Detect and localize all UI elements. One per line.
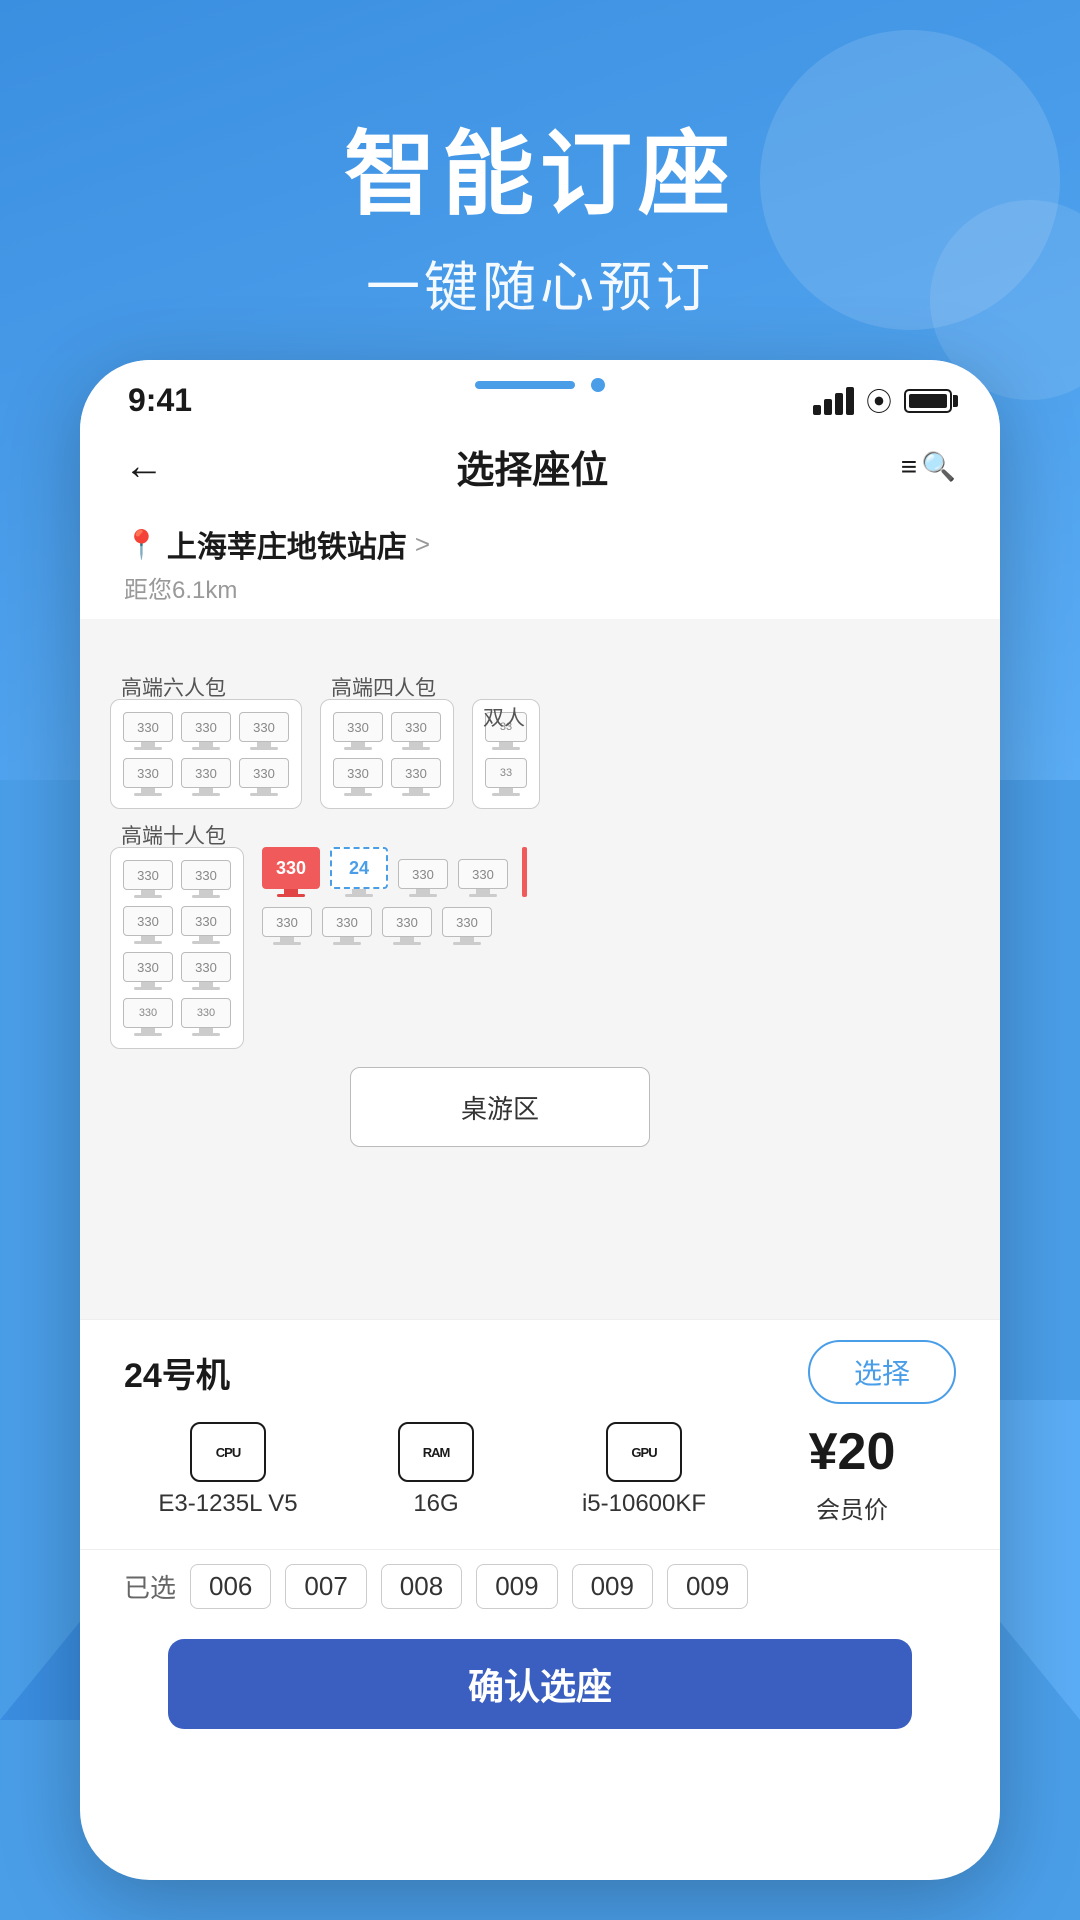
status-bar: 9:41 ⦿ — [80, 360, 1000, 429]
gpu-icon: GPU — [606, 1422, 682, 1482]
header-section: 智能订座 一键随心预订 — [0, 100, 1080, 322]
price-label: 会员价 — [816, 1490, 888, 1525]
cpu-spec: CPU E3-1235L V5 — [124, 1422, 332, 1518]
center-seats: 330 24 — [262, 847, 527, 1049]
selected-seat-4[interactable]: 009 — [572, 1564, 653, 1609]
seat-unit[interactable]: 330 — [333, 712, 383, 750]
search-icon: 🔍 — [921, 450, 956, 483]
room-ten-person: 高端十人包 330 330 330 330 330 330 — [110, 847, 244, 1049]
room-four-label: 高端四人包 — [331, 672, 436, 702]
seat-unit[interactable]: 330 — [322, 907, 372, 945]
top-dot — [591, 378, 605, 392]
header-sub-text: 一键随心预订 — [0, 243, 1080, 322]
phone-mockup: 9:41 ⦿ ← 选择座位 — [80, 360, 1000, 1920]
page-title: 选择座位 — [456, 439, 608, 494]
gpu-label: i5-10600KF — [582, 1490, 706, 1518]
seat-unit[interactable]: 330 — [123, 906, 173, 944]
selected-seats-row: 已选 006 007 008 009 009 009 — [80, 1549, 1000, 1623]
selected-seat-0[interactable]: 006 — [190, 1564, 271, 1609]
wifi-icon: ⦿ — [866, 382, 892, 419]
signal-icon — [813, 387, 854, 415]
room-two-label: 高端双人 — [483, 699, 539, 732]
confirm-section: 确认选座 — [80, 1623, 1000, 1789]
room-six-person: 高端六人包 330 330 330 330 330 330 — [110, 699, 302, 809]
nav-bar: ← 选择座位 ≡ 🔍 — [80, 429, 1000, 508]
seat-unit[interactable]: 330 — [181, 906, 231, 944]
seat-unit[interactable]: 330 — [181, 758, 231, 796]
machine-name: 24号机 — [124, 1348, 230, 1397]
seat-unit[interactable]: 330 — [239, 712, 289, 750]
cpu-icon: CPU — [190, 1422, 266, 1482]
selected-seat-3[interactable]: 009 — [476, 1564, 557, 1609]
status-time: 9:41 — [128, 382, 192, 419]
info-panel: 24号机 选择 CPU E3-1235L V5 RAM 16G — [80, 1319, 1000, 1549]
confirm-button[interactable]: 确认选座 — [168, 1639, 912, 1729]
choose-button[interactable]: 选择 — [808, 1340, 956, 1404]
header-main-text: 智能订座 — [0, 100, 1080, 233]
seat-unit[interactable]: 330 — [458, 859, 508, 897]
selected-seat-2[interactable]: 008 — [381, 1564, 462, 1609]
room-four-person: 高端四人包 330 330 330 330 — [320, 699, 454, 809]
seat-unit[interactable]: 330 — [123, 712, 173, 750]
location-distance: 距您6.1km — [80, 570, 1000, 619]
location-pin-icon: 📍 — [124, 528, 159, 561]
price-spec: ¥20 会员价 — [748, 1422, 956, 1525]
location-row[interactable]: 📍 上海莘庄地铁站店 > — [80, 508, 1000, 570]
ram-icon: RAM — [398, 1422, 474, 1482]
seat-occupied[interactable]: 330 — [262, 847, 320, 897]
boardgame-label: 桌游区 — [461, 1089, 539, 1126]
seat-unit[interactable]: 330 — [442, 907, 492, 945]
seat-unit[interactable]: 330 — [333, 758, 383, 796]
selected-seat-1[interactable]: 007 — [285, 1564, 366, 1609]
seat-unit[interactable]: 330 — [262, 907, 312, 945]
seat-unit[interactable]: 330 — [239, 758, 289, 796]
battery-icon — [904, 389, 952, 413]
seat-map: 高端六人包 330 330 330 330 330 330 — [80, 619, 1000, 1319]
search-filter-button[interactable]: ≡ 🔍 — [901, 450, 956, 483]
seat-unit[interactable]: 330 — [391, 758, 441, 796]
seat-unit[interactable]: 330 — [123, 998, 173, 1036]
seat-unit[interactable]: 33 — [485, 758, 527, 796]
ram-spec: RAM 16G — [332, 1422, 540, 1518]
room-two-person: 高端双人 33 33 — [472, 699, 540, 809]
location-arrow-icon: > — [415, 529, 430, 560]
top-pill — [475, 381, 575, 389]
divider-bar — [522, 847, 527, 897]
seat-unit[interactable]: 330 — [181, 952, 231, 990]
location-name: 上海莘庄地铁站店 — [167, 522, 407, 566]
seat-unit[interactable]: 330 — [123, 952, 173, 990]
cpu-label: E3-1235L V5 — [158, 1490, 297, 1518]
seat-unit[interactable]: 330 — [391, 712, 441, 750]
status-icons: ⦿ — [813, 382, 952, 419]
seat-unit[interactable]: 330 — [181, 860, 231, 898]
seat-unit[interactable]: 330 — [123, 860, 173, 898]
specs-row: CPU E3-1235L V5 RAM 16G GPU i5-10600K — [124, 1422, 956, 1535]
seat-unit[interactable]: 330 — [181, 712, 231, 750]
seat-unit[interactable]: 330 — [382, 907, 432, 945]
seat-unit[interactable]: 330 — [123, 758, 173, 796]
room-six-label: 高端六人包 — [121, 672, 226, 702]
ram-label: 16G — [413, 1490, 458, 1518]
price-value: ¥20 — [809, 1422, 896, 1482]
selected-seat-5[interactable]: 009 — [667, 1564, 748, 1609]
selected-label: 已选 — [124, 1568, 176, 1605]
gpu-spec: GPU i5-10600KF — [540, 1422, 748, 1518]
seat-unit[interactable]: 330 — [398, 859, 448, 897]
seat-selected[interactable]: 24 — [330, 847, 388, 897]
back-button[interactable]: ← — [124, 444, 164, 489]
room-ten-label: 高端十人包 — [121, 820, 226, 850]
boardgame-area: 桌游区 — [350, 1067, 970, 1147]
seat-unit[interactable]: 330 — [181, 998, 231, 1036]
list-icon: ≡ — [901, 451, 917, 483]
